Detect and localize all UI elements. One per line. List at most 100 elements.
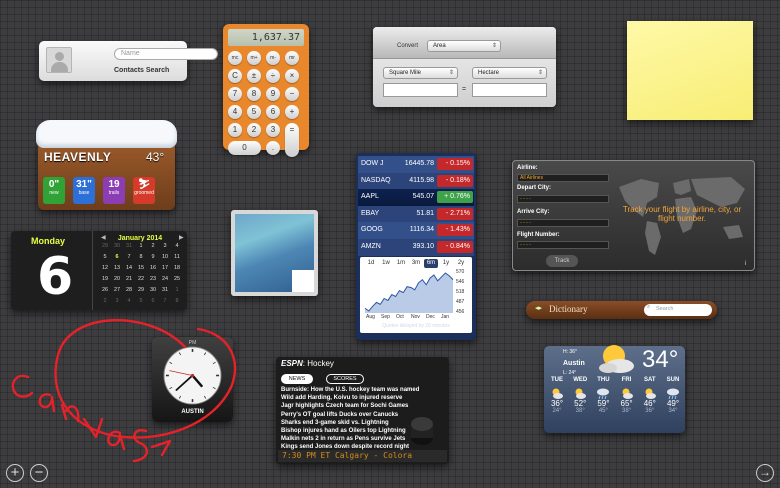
- range-tab-1y[interactable]: 1y: [439, 259, 453, 268]
- stock-row[interactable]: GOOG 1116.34- 1.43%: [358, 222, 474, 239]
- from-value-field[interactable]: [383, 83, 458, 97]
- calc-key[interactable]: 2: [247, 123, 261, 137]
- calendar-day[interactable]: 6: [147, 298, 159, 304]
- next-month-icon[interactable]: ▶: [179, 234, 184, 241]
- headline-link[interactable]: Burnside: How the U.S. hockey team was n…: [281, 386, 441, 394]
- stock-row[interactable]: AAPL 545.07 + 0.76%: [358, 189, 474, 206]
- calendar-day[interactable]: 23: [147, 276, 159, 282]
- calendar-day[interactable]: 1: [135, 243, 147, 249]
- stock-change-badge[interactable]: - 0.18%: [437, 174, 473, 187]
- range-tab-3m[interactable]: 3m: [409, 259, 423, 268]
- calendar-day[interactable]: 2: [147, 243, 159, 249]
- calc-key[interactable]: =: [285, 123, 299, 157]
- range-tab-1m[interactable]: 1m: [394, 259, 408, 268]
- calendar-day[interactable]: 9: [147, 254, 159, 260]
- calendar-day[interactable]: 17: [159, 265, 171, 271]
- calendar-day[interactable]: 5: [135, 298, 147, 304]
- calc-key[interactable]: 1: [228, 123, 242, 137]
- calc-key[interactable]: ±: [247, 69, 261, 83]
- calendar-day[interactable]: 21: [123, 276, 135, 282]
- calendar-day[interactable]: 19: [99, 276, 111, 282]
- category-select[interactable]: Area: [427, 40, 501, 52]
- tab-news[interactable]: NEWS: [281, 374, 313, 384]
- day-panel[interactable]: Monday 6: [11, 231, 93, 310]
- stock-change-badge[interactable]: - 1.43%: [437, 224, 473, 236]
- dictionary-search-input[interactable]: Search: [644, 304, 712, 316]
- calc-key[interactable]: 0: [228, 141, 261, 155]
- calendar-day[interactable]: 27: [111, 287, 123, 293]
- stock-row[interactable]: NASDAQ 4115.98- 0.18%: [358, 172, 474, 190]
- range-tab-1w[interactable]: 1w: [379, 259, 393, 268]
- calendar-day[interactable]: 12: [99, 265, 111, 271]
- calendar-day[interactable]: 25: [171, 276, 183, 282]
- info-icon[interactable]: i: [745, 261, 746, 267]
- calendar-day[interactable]: 18: [171, 265, 183, 271]
- calc-key[interactable]: ×: [285, 69, 299, 83]
- next-space-button[interactable]: →: [756, 464, 774, 482]
- calendar-day[interactable]: 4: [171, 243, 183, 249]
- from-unit-select[interactable]: Square Mile: [383, 67, 458, 79]
- tab-scores[interactable]: SCORES: [326, 374, 364, 384]
- range-tab-6m[interactable]: 6m: [424, 259, 438, 268]
- calc-key[interactable]: 7: [228, 87, 242, 101]
- calendar-day[interactable]: 28: [123, 287, 135, 293]
- to-value-field[interactable]: [472, 83, 547, 97]
- calendar-day[interactable]: 26: [99, 287, 111, 293]
- calc-key[interactable]: 4: [228, 105, 242, 119]
- calendar-day[interactable]: 5: [99, 254, 111, 260]
- range-tab-2y[interactable]: 2y: [454, 259, 468, 268]
- calc-key[interactable]: .: [266, 141, 280, 155]
- calendar-day[interactable]: 10: [159, 254, 171, 260]
- calendar-day[interactable]: 8: [171, 298, 183, 304]
- calendar-day[interactable]: 29: [135, 287, 147, 293]
- calc-key[interactable]: 8: [247, 87, 261, 101]
- history-arrows-icon[interactable]: ◂▸: [535, 304, 542, 312]
- to-unit-select[interactable]: Hectare: [472, 67, 547, 79]
- headline-link[interactable]: Wild add Harding, Koivu to injured reser…: [281, 394, 441, 402]
- calendar-day[interactable]: 14: [123, 265, 135, 271]
- track-button[interactable]: Track: [546, 255, 578, 267]
- calendar-day[interactable]: 8: [135, 254, 147, 260]
- calendar-day[interactable]: 29: [99, 243, 111, 249]
- calendar-day[interactable]: 24: [159, 276, 171, 282]
- calc-key[interactable]: m-: [266, 51, 280, 65]
- calendar-day[interactable]: 6: [111, 254, 123, 260]
- calendar-day[interactable]: 3: [159, 243, 171, 249]
- calc-key[interactable]: ÷: [266, 69, 280, 83]
- calc-key[interactable]: C: [228, 69, 242, 83]
- calendar-day[interactable]: 31: [123, 243, 135, 249]
- calc-key[interactable]: m+: [247, 51, 261, 65]
- calendar-day[interactable]: 15: [135, 265, 147, 271]
- airline-field[interactable]: All Airlines: [517, 174, 609, 182]
- calc-key[interactable]: +: [285, 105, 299, 119]
- calc-key[interactable]: mr: [285, 51, 299, 65]
- calendar-day[interactable]: 7: [123, 254, 135, 260]
- stock-change-badge[interactable]: - 0.15%: [437, 158, 473, 170]
- sticky-note[interactable]: [627, 21, 753, 120]
- calendar-day[interactable]: 3: [111, 298, 123, 304]
- calc-key[interactable]: 9: [266, 87, 280, 101]
- stock-change-badge[interactable]: - 0.84%: [437, 240, 473, 253]
- calendar-day[interactable]: 2: [99, 298, 111, 304]
- calc-key[interactable]: 3: [266, 123, 280, 137]
- calc-key[interactable]: 6: [266, 105, 280, 119]
- stock-row[interactable]: EBAY 51.81- 2.71%: [358, 205, 474, 223]
- stock-change-badge[interactable]: + 0.76%: [437, 191, 473, 203]
- calc-key[interactable]: 5: [247, 105, 261, 119]
- calendar-day[interactable]: 7: [159, 298, 171, 304]
- calendar-day[interactable]: 22: [135, 276, 147, 282]
- calc-key[interactable]: −: [285, 87, 299, 101]
- calendar-day[interactable]: 31: [159, 287, 171, 293]
- range-tab-1d[interactable]: 1d: [364, 259, 378, 268]
- calendar-day[interactable]: 20: [111, 276, 123, 282]
- calendar-day[interactable]: 30: [111, 243, 123, 249]
- stock-change-badge[interactable]: - 2.71%: [437, 207, 473, 220]
- remove-widget-button[interactable]: −: [30, 464, 48, 482]
- stock-row[interactable]: DOW J 16445.78- 0.15%: [358, 156, 474, 173]
- calendar-day[interactable]: 1: [171, 287, 183, 293]
- calendar-day[interactable]: 16: [147, 265, 159, 271]
- calendar-day[interactable]: 13: [111, 265, 123, 271]
- add-widget-button[interactable]: +: [6, 464, 24, 482]
- calendar-day[interactable]: 30: [147, 287, 159, 293]
- stock-row[interactable]: AMZN 393.10- 0.84%: [358, 238, 474, 256]
